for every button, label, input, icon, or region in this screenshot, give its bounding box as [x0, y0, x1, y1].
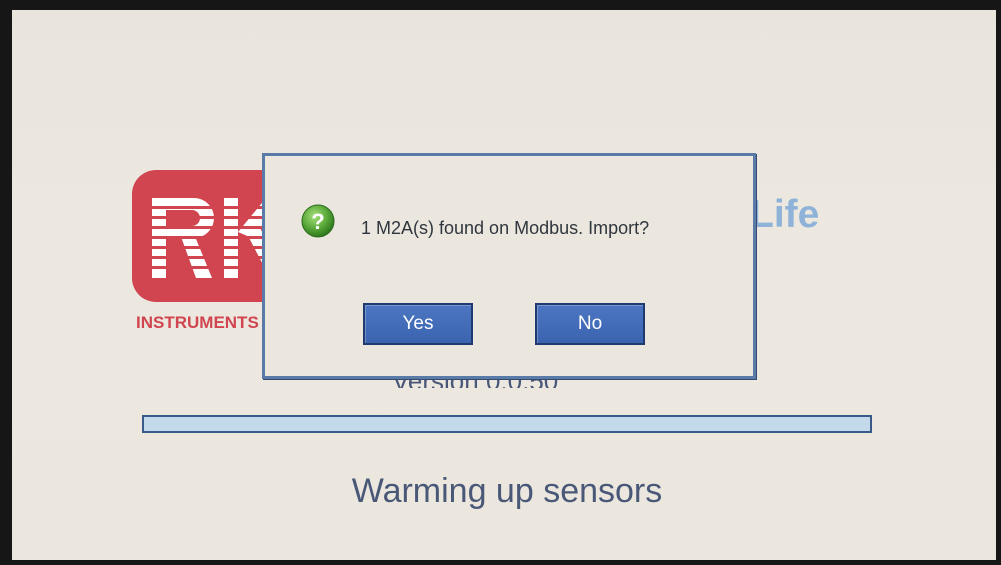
dialog-message: 1 M2A(s) found on Modbus. Import? [361, 218, 650, 238]
device-screen: INSTRUMENTS Life Version 0.0.50 Warming … [12, 10, 996, 560]
import-dialog: ? 1 M2A(s) found on Modbus. Import? Yes … [262, 153, 756, 379]
svg-text:?: ? [311, 209, 324, 234]
status-text: Warming up sensors [351, 472, 663, 510]
no-button[interactable]: No [535, 303, 645, 345]
logo-subtitle: INSTRUMENTS [136, 313, 259, 332]
yes-button[interactable]: Yes [363, 303, 473, 345]
help-question-icon: ? [301, 204, 335, 238]
product-title: Life [750, 193, 820, 236]
warmup-progress-bar [142, 415, 872, 433]
